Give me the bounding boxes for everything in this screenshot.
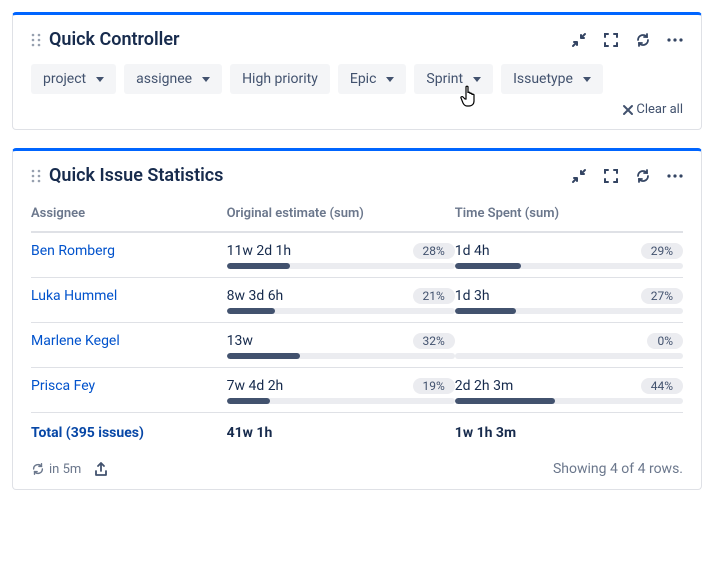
original-estimate-bar bbox=[227, 308, 455, 314]
refresh-icon[interactable] bbox=[635, 168, 651, 184]
filter-sprint-label: Sprint bbox=[426, 71, 463, 87]
time-spent-bar bbox=[455, 308, 683, 314]
time-spent-bar bbox=[455, 263, 683, 269]
original-estimate-bar bbox=[227, 263, 455, 269]
filter-sprint[interactable]: Sprint bbox=[414, 64, 493, 94]
time-spent-pct: 29% bbox=[641, 243, 683, 259]
refresh-countdown[interactable]: in 5m bbox=[31, 462, 81, 477]
filter-high-priority-label: High priority bbox=[242, 71, 318, 87]
assignee-link[interactable]: Prisca Fey bbox=[31, 378, 95, 394]
col-header-original[interactable]: Original estimate (sum) bbox=[227, 200, 455, 232]
card-header: Quick Issue Statistics bbox=[31, 165, 683, 186]
table-row: Prisca Fey 7w 4d 2h 19%2d 2h 3m 44% bbox=[31, 368, 683, 413]
assignee-link[interactable]: Marlene Kegel bbox=[31, 333, 120, 349]
table-row: Ben Romberg 11w 2d 1h 28%1d 4h 29% bbox=[31, 232, 683, 278]
original-estimate-pct: 21% bbox=[413, 288, 455, 304]
original-estimate-value: 11w 2d 1h bbox=[227, 243, 292, 259]
drag-handle-icon[interactable] bbox=[31, 169, 41, 183]
filter-assignee[interactable]: assignee bbox=[124, 64, 222, 94]
table-row: Luka Hummel 8w 3d 6h 21%1d 3h 27% bbox=[31, 278, 683, 323]
total-row: Total (395 issues) 41w 1h 1w 1h 3m bbox=[31, 413, 683, 450]
filter-assignee-label: assignee bbox=[136, 71, 192, 87]
filter-row: project assignee High priority Epic Spri… bbox=[31, 64, 683, 94]
refresh-in-label: in 5m bbox=[49, 462, 81, 477]
filter-issuetype-label: Issuetype bbox=[513, 71, 573, 87]
col-header-assignee[interactable]: Assignee bbox=[31, 200, 227, 232]
filter-epic-label: Epic bbox=[350, 71, 377, 87]
clear-all-label: Clear all bbox=[636, 102, 683, 117]
time-spent-pct: 27% bbox=[641, 288, 683, 304]
chevron-down-icon bbox=[202, 77, 210, 82]
showing-rows-label: Showing 4 of 4 rows. bbox=[553, 461, 683, 477]
time-spent-value: 2d 2h 3m bbox=[455, 378, 513, 394]
filter-high-priority[interactable]: High priority bbox=[230, 64, 330, 94]
chevron-down-icon bbox=[473, 77, 481, 82]
original-estimate-bar bbox=[227, 398, 455, 404]
total-label: Total (395 issues) bbox=[31, 413, 227, 450]
time-spent-value: 1d 3h bbox=[455, 288, 490, 304]
collapse-icon[interactable] bbox=[571, 168, 587, 184]
refresh-icon[interactable] bbox=[635, 32, 651, 48]
quick-controller-card: Quick Controller project assignee bbox=[12, 12, 702, 130]
assignee-link[interactable]: Luka Hummel bbox=[31, 288, 117, 304]
filter-project-label: project bbox=[43, 71, 86, 87]
assignee-link[interactable]: Ben Romberg bbox=[31, 243, 115, 259]
stats-table: Assignee Original estimate (sum) Time Sp… bbox=[31, 200, 683, 449]
chevron-down-icon bbox=[96, 77, 104, 82]
drag-handle-icon[interactable] bbox=[31, 33, 41, 47]
quick-stats-card: Quick Issue Statistics Assignee Original… bbox=[12, 148, 702, 490]
fullscreen-icon[interactable] bbox=[603, 168, 619, 184]
card-header: Quick Controller bbox=[31, 29, 683, 50]
chevron-down-icon bbox=[583, 77, 591, 82]
original-estimate-value: 13w bbox=[227, 333, 253, 349]
total-spent: 1w 1h 3m bbox=[455, 413, 683, 450]
time-spent-bar bbox=[455, 398, 683, 404]
clear-all-button[interactable]: Clear all bbox=[622, 102, 683, 117]
original-estimate-pct: 19% bbox=[413, 378, 455, 394]
filter-project[interactable]: project bbox=[31, 64, 116, 94]
chevron-down-icon bbox=[386, 77, 394, 82]
export-icon[interactable] bbox=[93, 461, 109, 477]
original-estimate-pct: 32% bbox=[413, 333, 455, 349]
quick-controller-title: Quick Controller bbox=[49, 29, 179, 50]
original-estimate-value: 7w 4d 2h bbox=[227, 378, 284, 394]
quick-stats-title: Quick Issue Statistics bbox=[49, 165, 223, 186]
fullscreen-icon[interactable] bbox=[603, 32, 619, 48]
filter-issuetype[interactable]: Issuetype bbox=[501, 64, 603, 94]
total-original: 41w 1h bbox=[227, 413, 455, 450]
more-icon[interactable] bbox=[667, 174, 683, 178]
collapse-icon[interactable] bbox=[571, 32, 587, 48]
col-header-spent[interactable]: Time Spent (sum) bbox=[455, 200, 683, 232]
original-estimate-value: 8w 3d 6h bbox=[227, 288, 284, 304]
table-row: Marlene Kegel 13w 32% 0% bbox=[31, 323, 683, 368]
time-spent-bar bbox=[455, 353, 683, 359]
time-spent-pct: 0% bbox=[647, 333, 683, 349]
time-spent-pct: 44% bbox=[641, 378, 683, 394]
card-footer: in 5m Showing 4 of 4 rows. bbox=[31, 461, 683, 477]
original-estimate-pct: 28% bbox=[413, 243, 455, 259]
more-icon[interactable] bbox=[667, 38, 683, 42]
time-spent-value: 1d 4h bbox=[455, 243, 490, 259]
filter-epic[interactable]: Epic bbox=[338, 64, 407, 94]
original-estimate-bar bbox=[227, 353, 455, 359]
